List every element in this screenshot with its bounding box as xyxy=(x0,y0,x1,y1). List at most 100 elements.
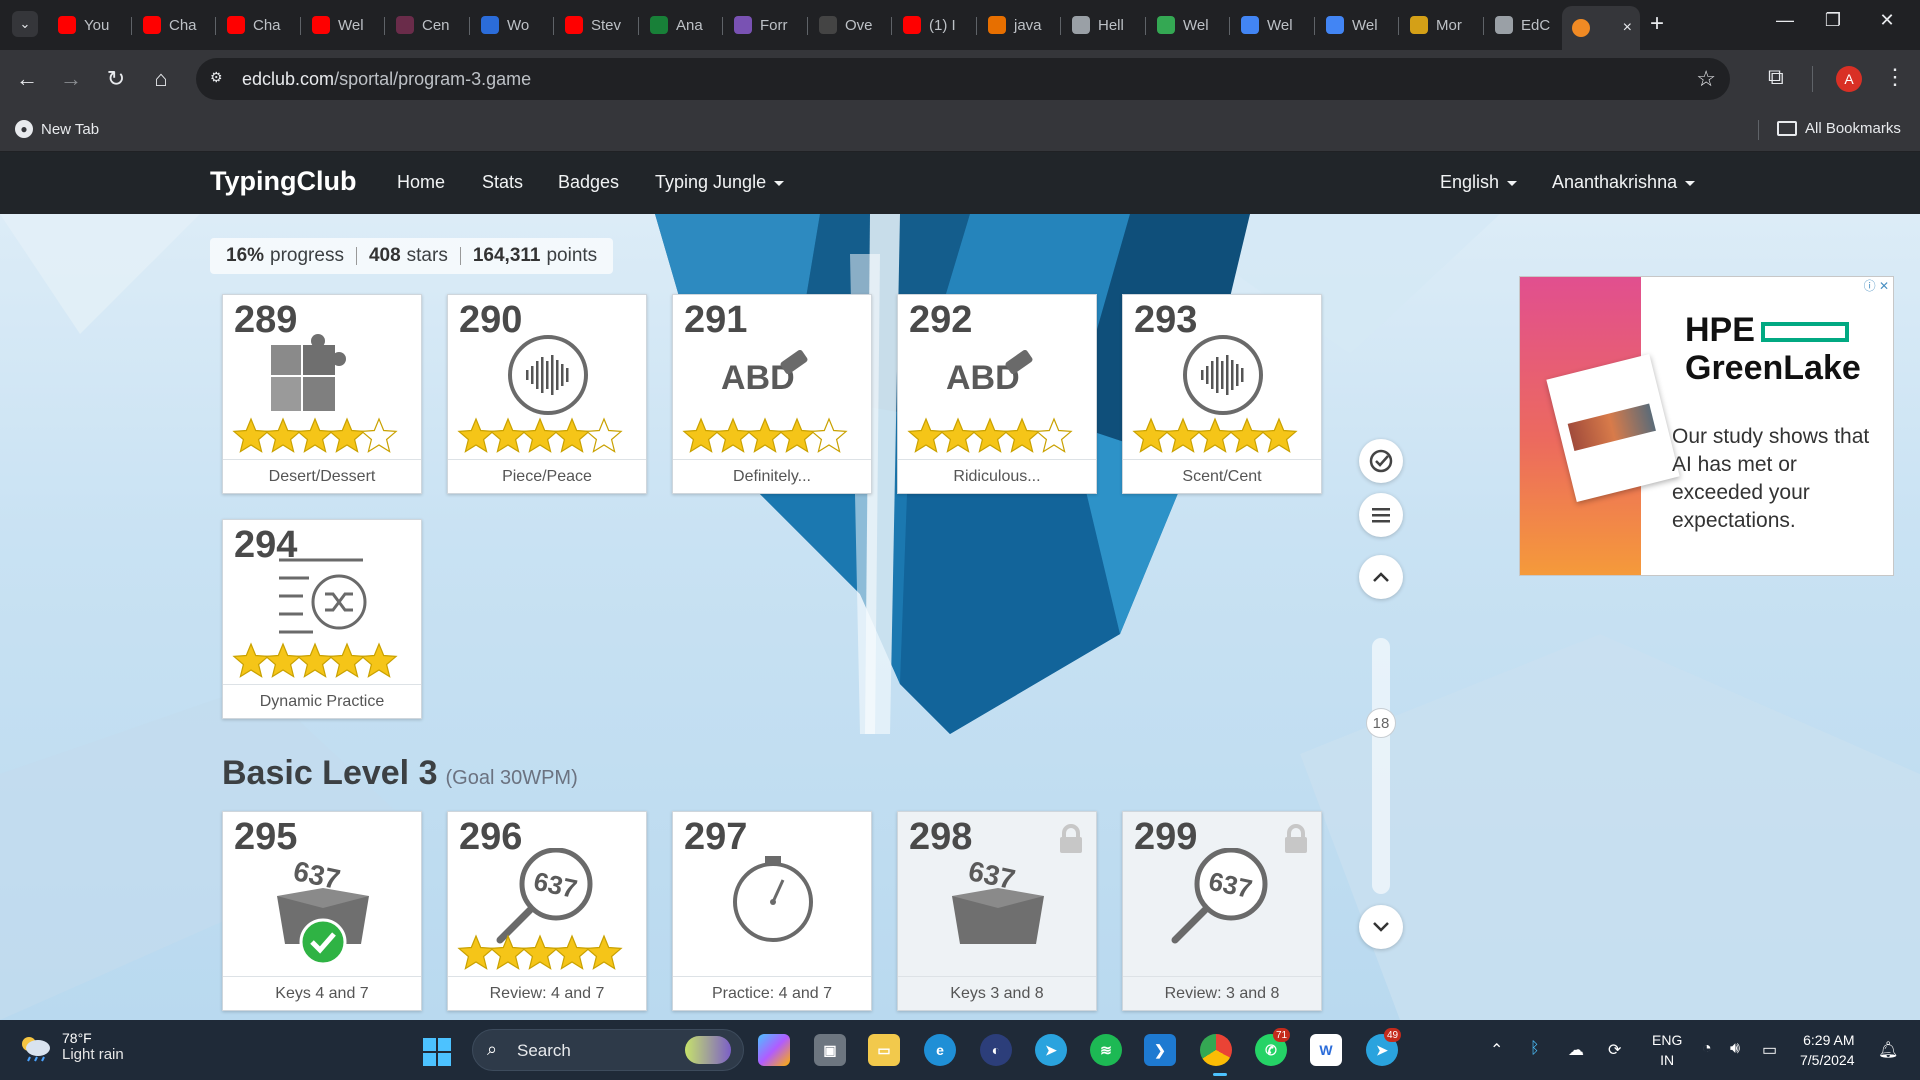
user-name: Ananthakrishna xyxy=(1552,172,1678,192)
file-explorer-icon[interactable]: ▭ xyxy=(868,1034,900,1066)
browser-tab[interactable]: Stev xyxy=(555,8,639,42)
bookmark-star-icon[interactable]: ☆ xyxy=(1696,66,1716,92)
user-dropdown[interactable]: Ananthakrishna xyxy=(1552,172,1696,193)
tab-separator xyxy=(1145,17,1146,35)
tab-search-button[interactable]: ⌄ xyxy=(12,11,38,37)
edge-icon[interactable]: e xyxy=(924,1034,956,1066)
url-text[interactable]: edclub.com/sportal/program-3.game xyxy=(242,69,531,90)
browser-tab[interactable]: Cha xyxy=(133,8,217,42)
browser-tab[interactable]: Wel xyxy=(302,8,386,42)
nav-typing-jungle[interactable]: Typing Jungle xyxy=(655,172,785,193)
stars-label: stars xyxy=(406,245,448,266)
wifi-icon[interactable]: ◔ xyxy=(1702,1040,1712,1058)
reload-icon[interactable]: ↻ xyxy=(101,64,131,94)
sync-icon[interactable]: ⟳ xyxy=(1608,1040,1621,1060)
lesson-card[interactable]: 290 Piece/Peace xyxy=(447,294,647,494)
check-progress-button[interactable] xyxy=(1359,439,1403,483)
language-indicator[interactable]: ENG IN xyxy=(1652,1030,1682,1070)
browser-tab[interactable]: Ove xyxy=(809,8,893,42)
telegram-icon[interactable]: ➤ xyxy=(1035,1034,1067,1066)
browser-tab[interactable]: Mor xyxy=(1400,8,1484,42)
lesson-card[interactable]: 289 Desert/Dessert xyxy=(222,294,422,494)
show-hidden-icons-icon[interactable]: ⌃ xyxy=(1490,1040,1503,1060)
youtube-icon xyxy=(565,16,583,34)
volume-icon[interactable]: 🔊︎ xyxy=(1730,1040,1740,1058)
browser-tab[interactable]: EdC xyxy=(1485,8,1569,42)
close-window-icon[interactable]: ✕ xyxy=(1872,10,1902,31)
site-info-icon[interactable]: ⚙ xyxy=(210,69,230,89)
browser-tab[interactable]: Wel xyxy=(1316,8,1400,42)
star-icon xyxy=(553,417,591,453)
wordwall-icon[interactable]: W xyxy=(1310,1034,1342,1066)
nav-home[interactable]: Home xyxy=(397,172,445,193)
close-tab-icon[interactable]: × xyxy=(1623,19,1632,37)
browser-tab[interactable]: Cen xyxy=(386,8,470,42)
copilot-icon[interactable] xyxy=(758,1034,790,1066)
browser-tab[interactable]: Hell xyxy=(1062,8,1146,42)
browser-tab[interactable]: Wo xyxy=(471,8,555,42)
browser-tab[interactable]: You xyxy=(48,8,132,42)
advertisement[interactable]: HPE GreenLake Our study shows that AI ha… xyxy=(1519,276,1894,576)
scroll-position-indicator[interactable]: 18 xyxy=(1366,708,1396,738)
extensions-icon[interactable]: ⧉ xyxy=(1768,64,1784,90)
onedrive-icon[interactable]: ☁ xyxy=(1568,1040,1584,1060)
lesson-card[interactable]: 293 Scent/Cent xyxy=(1122,294,1322,494)
browser-tab[interactable]: java xyxy=(978,8,1062,42)
taskbar-search[interactable]: ⌕ Search xyxy=(472,1029,744,1071)
back-icon[interactable]: ← xyxy=(12,64,42,94)
tab-separator xyxy=(1398,17,1399,35)
lesson-card[interactable]: 292 ABD Ridiculous... xyxy=(897,294,1097,494)
scroll-down-button[interactable] xyxy=(1359,905,1403,949)
weather-widget[interactable]: 78°F Light rain xyxy=(18,1030,124,1063)
menu-list-button[interactable] xyxy=(1359,493,1403,537)
lesson-art xyxy=(1132,335,1298,453)
forward-icon[interactable]: → xyxy=(56,64,86,94)
browser-tab[interactable]: Forr xyxy=(724,8,808,42)
lesson-scrollbar[interactable] xyxy=(1372,638,1390,894)
notification-bell-icon[interactable]: 🔔︎ xyxy=(1878,1040,1898,1060)
abc-eraser-icon: ABD xyxy=(721,349,808,397)
language-dropdown[interactable]: English xyxy=(1440,172,1518,193)
address-bar[interactable]: ⚙ edclub.com/sportal/program-3.game ☆ xyxy=(196,58,1730,100)
lesson-card[interactable]: 295 637 Keys 4 and 7 xyxy=(222,811,422,1011)
brand-logo[interactable]: TypingClub xyxy=(210,166,356,197)
nav-stats[interactable]: Stats xyxy=(482,172,523,193)
eclipse-icon[interactable]: ◐ xyxy=(980,1034,1012,1066)
telegram-badge: 49 xyxy=(1384,1028,1402,1042)
tab-active-typingclub[interactable]: × xyxy=(1562,6,1640,50)
lesson-card[interactable]: 297 Practice: 4 and 7 xyxy=(672,811,872,1011)
scroll-up-button[interactable] xyxy=(1359,555,1403,599)
minimize-icon[interactable]: — xyxy=(1770,10,1800,31)
new-tab-button[interactable]: + xyxy=(1650,10,1664,38)
lesson-card[interactable]: 299 637 Review: 3 and 8 xyxy=(1122,811,1322,1011)
browser-tab[interactable]: Ana xyxy=(640,8,724,42)
lesson-art xyxy=(733,856,813,942)
lesson-card[interactable]: 298 637 Keys 3 and 8 xyxy=(897,811,1097,1011)
start-button[interactable] xyxy=(423,1038,451,1066)
bluetooth-icon[interactable]: ᛒ xyxy=(1530,1040,1540,1058)
bookmark-new-tab[interactable]: ● New Tab xyxy=(15,120,99,138)
browser-tab[interactable]: Wel xyxy=(1231,8,1315,42)
browser-tab[interactable]: Cha xyxy=(217,8,301,42)
browser-tab[interactable]: Wel xyxy=(1147,8,1231,42)
all-bookmarks[interactable]: All Bookmarks xyxy=(1777,120,1901,137)
restore-icon[interactable]: ❐ xyxy=(1818,10,1848,31)
chevron-down-icon xyxy=(1507,180,1518,186)
chrome-icon[interactable] xyxy=(1200,1034,1232,1066)
home-icon[interactable]: ⌂ xyxy=(146,64,176,94)
lesson-card[interactable]: 296 637 Review: 4 and 7 xyxy=(447,811,647,1011)
profile-avatar[interactable]: A xyxy=(1836,66,1862,92)
browser-tab[interactable]: (1) I xyxy=(893,8,977,42)
star-icon xyxy=(489,934,527,970)
menu-icon[interactable]: ⋮ xyxy=(1884,64,1906,90)
task-view-icon[interactable]: ▣ xyxy=(814,1034,846,1066)
vscode-icon[interactable]: ❯ xyxy=(1144,1034,1176,1066)
clock[interactable]: 6:29 AM 7/5/2024 xyxy=(1800,1030,1855,1070)
spotify-icon[interactable]: ≋ xyxy=(1090,1034,1122,1066)
battery-icon[interactable]: ▭ xyxy=(1762,1040,1777,1060)
lesson-card[interactable]: 294 Dynamic Practice xyxy=(222,519,422,719)
lesson-card[interactable]: 291 ABD Definitely... xyxy=(672,294,872,494)
star-icon xyxy=(1003,417,1041,453)
ad-choices-icon[interactable]: ⓘ ✕ xyxy=(1864,277,1889,294)
nav-badges[interactable]: Badges xyxy=(558,172,619,193)
